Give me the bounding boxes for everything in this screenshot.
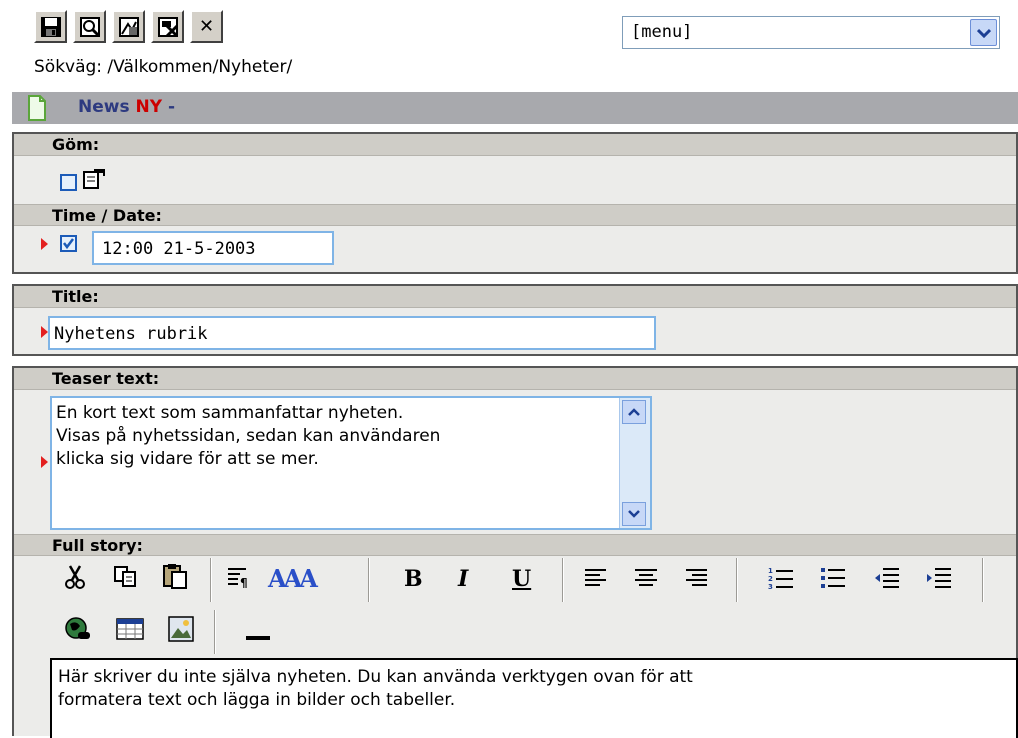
breadcrumb-path: Sökväg: /Välkommen/Nyheter/ [34, 57, 293, 77]
menu-select[interactable]: [menu] [622, 16, 1000, 49]
chevron-down-icon[interactable] [970, 19, 997, 46]
title-input[interactable]: Nyhetens rubrik [48, 316, 656, 350]
outdent-icon[interactable] [874, 566, 900, 595]
title-panel: Title: Nyhetens rubrik [12, 284, 1018, 356]
paragraph-format-icon[interactable]: ¶ [226, 566, 250, 593]
bold-button[interactable]: B [404, 566, 423, 592]
svg-text:1: 1 [768, 567, 773, 575]
full-story-editor[interactable]: Här skriver du inte själva nyheten. Du k… [50, 658, 1018, 738]
save-publish-icon[interactable] [112, 10, 145, 43]
toolbar-separator [368, 558, 370, 602]
teaser-label: Teaser text: [14, 368, 1016, 390]
required-marker [41, 456, 48, 468]
scroll-up-icon[interactable] [622, 400, 646, 424]
teaser-scrollbar[interactable] [619, 398, 650, 528]
required-marker [41, 326, 48, 338]
insert-table-icon[interactable] [116, 618, 144, 645]
content-panel: Teaser text: En kort text som sammanfatt… [12, 366, 1018, 738]
properties-icon[interactable] [82, 168, 106, 195]
title-value: Nyhetens rubrik [54, 324, 208, 344]
svg-text:¶: ¶ [240, 576, 248, 588]
svg-text:2: 2 [768, 575, 773, 583]
teaser-value: En kort text som sammanfattar nyheten. V… [56, 403, 441, 469]
toolbar-separator [736, 558, 738, 602]
svg-text:3: 3 [768, 583, 773, 590]
save-close-icon[interactable] [151, 10, 184, 43]
hide-label: Göm: [14, 134, 1016, 156]
time-date-label: Time / Date: [14, 204, 1016, 226]
scroll-down-icon[interactable] [622, 502, 646, 526]
preview-icon[interactable] [73, 10, 106, 43]
italic-button[interactable]: I [458, 566, 468, 592]
bullet-list-icon[interactable] [820, 566, 846, 595]
toolbar-separator [562, 558, 564, 602]
document-header: News NY - [12, 92, 1018, 124]
full-story-value: Här skriver du inte själva nyheten. Du k… [58, 667, 693, 710]
save-icon[interactable] [34, 10, 67, 43]
visibility-panel: Göm: Time / Date: 12:00 21-5-2003 [12, 132, 1018, 274]
close-icon[interactable]: ✕ [190, 10, 223, 43]
menu-select-value: [menu] [631, 22, 693, 42]
title-label: Title: [14, 286, 1016, 308]
toolbar-separator [982, 558, 984, 602]
underline-button[interactable]: U [512, 566, 531, 592]
time-date-checkbox[interactable] [60, 235, 77, 252]
time-date-value: 12:00 21-5-2003 [102, 239, 256, 259]
teaser-textarea[interactable]: En kort text som sammanfattar nyheten. V… [50, 396, 652, 530]
insert-link-icon[interactable] [64, 616, 92, 647]
align-center-icon[interactable] [634, 568, 658, 593]
document-title: News NY - [78, 97, 175, 117]
toolbar-separator [210, 558, 212, 602]
document-icon [28, 95, 46, 126]
insert-image-icon[interactable] [168, 616, 194, 647]
horizontal-rule-icon[interactable] [246, 626, 270, 646]
cut-icon[interactable] [64, 564, 86, 595]
copy-icon[interactable] [114, 566, 138, 593]
full-story-label: Full story: [14, 534, 1016, 556]
numbered-list-icon[interactable]: 123 [768, 566, 794, 595]
top-toolbar: ✕ [34, 10, 223, 43]
indent-icon[interactable] [926, 566, 952, 595]
time-date-input[interactable]: 12:00 21-5-2003 [92, 231, 334, 265]
hide-checkbox[interactable] [60, 174, 77, 191]
required-marker [41, 238, 48, 250]
paste-icon[interactable] [162, 562, 188, 595]
align-left-icon[interactable] [584, 568, 608, 593]
font-icon[interactable]: AAA [268, 564, 318, 593]
status-badge: NY [135, 97, 163, 117]
align-right-icon[interactable] [684, 568, 708, 593]
document-type: News [78, 97, 130, 117]
title-suffix: - [162, 97, 176, 117]
toolbar-separator [214, 610, 216, 654]
